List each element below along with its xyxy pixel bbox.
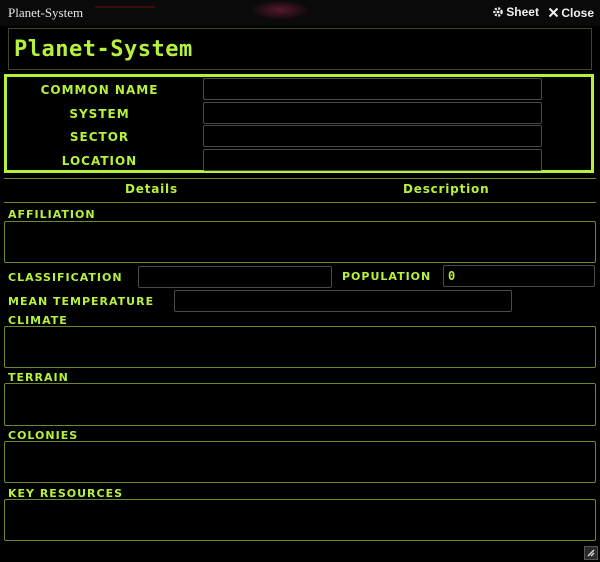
window-titlebar[interactable]: Planet-System Sheet Close (0, 0, 600, 26)
mean-temperature-input[interactable] (174, 290, 512, 312)
sheet-title-box: Planet-System (8, 28, 592, 70)
resize-handle[interactable] (584, 546, 598, 560)
mean-temperature-label: MEAN TEMPERATURE (8, 295, 155, 308)
tab-description[interactable]: Description (403, 182, 489, 196)
close-icon (549, 7, 559, 18)
terrain-textarea[interactable] (4, 383, 596, 426)
key-resources-textarea[interactable] (4, 499, 596, 541)
system-label: SYSTEM (69, 107, 130, 121)
common-name-input[interactable] (203, 78, 542, 100)
titlebar-glow (250, 0, 310, 20)
sheet-title: Planet-System (14, 37, 193, 62)
population-input[interactable] (443, 265, 595, 287)
gear-icon (493, 7, 504, 17)
classification-input[interactable] (138, 266, 332, 288)
window-actions: Sheet Close (486, 5, 594, 21)
titlebar-decoration (95, 6, 155, 8)
sector-label: SECTOR (69, 130, 130, 144)
window-title: Planet-System (8, 5, 84, 20)
sheet-button[interactable]: Sheet (492, 5, 539, 19)
identity-panel: COMMON NAME SYSTEM SECTOR LOCATION (4, 74, 594, 173)
climate-textarea[interactable] (4, 326, 596, 368)
close-button[interactable]: Close (548, 6, 594, 20)
colonies-textarea[interactable] (4, 441, 596, 483)
sector-input[interactable] (203, 125, 542, 147)
tab-details[interactable]: Details (125, 182, 178, 196)
affiliation-textarea[interactable] (4, 221, 596, 263)
tabs-bottom-divider (4, 202, 596, 203)
affiliation-label: AFFILIATION (8, 208, 96, 221)
location-label: LOCATION (61, 154, 138, 168)
system-input[interactable] (203, 102, 542, 124)
classification-label: CLASSIFICATION (8, 271, 123, 284)
tabs-top-divider (4, 178, 596, 179)
location-input[interactable] (203, 149, 542, 171)
population-label: POPULATION (342, 270, 432, 283)
common-name-label: COMMON NAME (40, 83, 159, 97)
close-button-label: Close (561, 5, 594, 20)
sheet-button-label: Sheet (506, 5, 539, 19)
resize-icon (587, 549, 595, 557)
